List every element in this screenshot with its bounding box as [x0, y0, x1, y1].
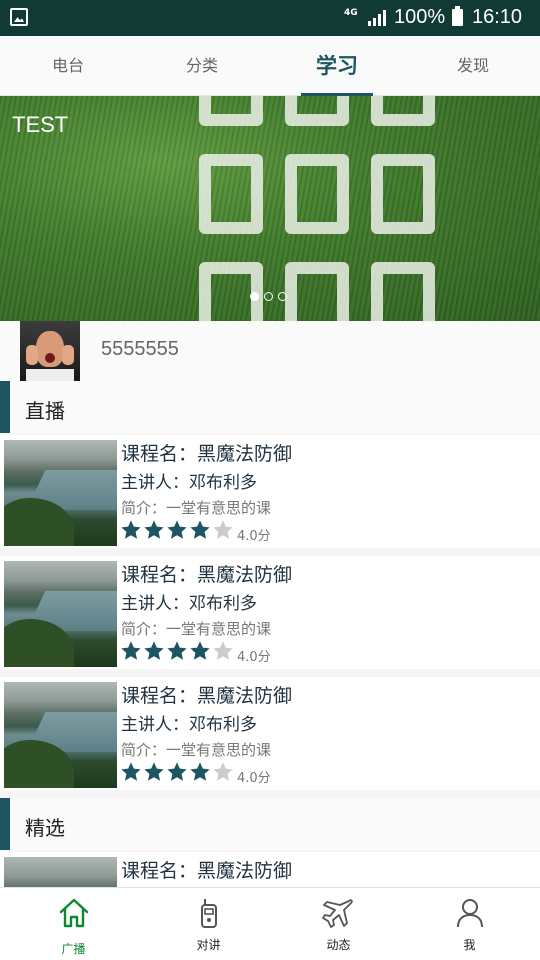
star-filled-icon [120, 761, 142, 783]
rating-score: 4.0分 [237, 771, 271, 786]
course-card[interactable]: 课程名：黑魔法防御 主讲人：邓布利多 简介：一堂有意思的课 4.0分 [0, 677, 540, 790]
star-filled-icon [120, 519, 142, 541]
star-filled-icon [143, 519, 165, 541]
rating-score: 4.0分 [237, 650, 271, 665]
rating-stars [120, 640, 235, 664]
rating-stars [120, 761, 235, 785]
network-type: 4G [344, 8, 358, 18]
banner-carousel[interactable]: TEST [0, 96, 540, 321]
carousel-dot[interactable] [250, 292, 259, 301]
star-filled-icon [143, 761, 165, 783]
course-intro: 简介：一堂有意思的课 [121, 499, 272, 517]
section-accent-bar [0, 798, 10, 850]
star-filled-icon [166, 640, 188, 662]
clock: 16:10 [472, 6, 523, 28]
nav-label: 对讲 [196, 938, 221, 952]
star-filled-icon [143, 640, 165, 662]
rating-stars [120, 519, 235, 543]
section-live-header: 直播 [0, 381, 540, 433]
course-name: 课程名：黑魔法防御 [121, 685, 293, 707]
airplane-icon [321, 896, 356, 930]
section-title: 精选 [25, 816, 65, 840]
username: 5555555 [101, 338, 179, 360]
carousel-dot[interactable] [264, 292, 273, 301]
battery-percentage: 100% [394, 6, 446, 28]
section-featured-header: 精选 [0, 798, 540, 850]
star-filled-icon [166, 761, 188, 783]
walkie-talkie-icon [192, 896, 226, 930]
nav-label: 动态 [326, 938, 351, 952]
course-thumbnail [4, 561, 117, 667]
user-row[interactable]: 5555555 [0, 321, 540, 381]
star-filled-icon [166, 519, 188, 541]
course-card[interactable]: 课程名：黑魔法防御 主讲人：邓布利多 简介：一堂有意思的课 4.0分 [0, 435, 540, 548]
gallery-notification-icon [10, 8, 28, 26]
carousel-dot[interactable] [278, 292, 287, 301]
course-lecturer: 主讲人：邓布利多 [121, 594, 257, 614]
nav-activity[interactable]: 动态 [271, 888, 406, 960]
course-intro: 简介：一堂有意思的课 [121, 620, 272, 638]
tab-study[interactable]: 学习 [287, 36, 387, 96]
course-lecturer: 主讲人：邓布利多 [121, 715, 257, 735]
star-empty-icon [212, 640, 234, 662]
nav-broadcast[interactable]: 广播 [6, 888, 141, 960]
tab-discover[interactable]: 发现 [423, 36, 523, 96]
tab-radio[interactable]: 电台 [18, 36, 118, 96]
banner-title: TEST [12, 112, 69, 137]
course-card[interactable]: 课程名：黑魔法防御 主讲人：邓布利多 简介：一堂有意思的课 4.0分 [0, 556, 540, 669]
star-filled-icon [120, 640, 142, 662]
course-thumbnail [4, 682, 117, 788]
top-tab-bar: 电台 分类 学习 发现 [0, 36, 540, 96]
tab-category[interactable]: 分类 [152, 36, 252, 96]
nav-intercom[interactable]: 对讲 [141, 888, 276, 960]
signal-icon [368, 10, 386, 26]
nav-label: 我 [463, 938, 476, 952]
star-filled-icon [189, 640, 211, 662]
section-accent-bar [0, 381, 10, 433]
section-title: 直播 [25, 399, 65, 423]
course-lecturer: 主讲人：邓布利多 [121, 473, 257, 493]
star-filled-icon [189, 519, 211, 541]
nav-me[interactable]: 我 [402, 888, 537, 960]
rating-score: 4.0分 [237, 529, 271, 544]
course-name: 课程名：黑魔法防御 [121, 860, 293, 882]
battery-icon [452, 6, 463, 26]
banner-image [195, 96, 535, 321]
star-filled-icon [189, 761, 211, 783]
bottom-nav: 广播 对讲 动态 我 [0, 887, 540, 960]
star-empty-icon [212, 761, 234, 783]
home-icon [57, 896, 91, 930]
course-thumbnail [4, 440, 117, 546]
course-intro: 简介：一堂有意思的课 [121, 741, 272, 759]
person-icon [453, 896, 487, 930]
star-empty-icon [212, 519, 234, 541]
status-bar: 4G 100% 16:10 [0, 0, 540, 36]
avatar[interactable] [20, 321, 80, 381]
carousel-indicator [250, 292, 300, 302]
course-name: 课程名：黑魔法防御 [121, 443, 293, 465]
course-name: 课程名：黑魔法防御 [121, 564, 293, 586]
nav-label: 广播 [61, 942, 86, 956]
